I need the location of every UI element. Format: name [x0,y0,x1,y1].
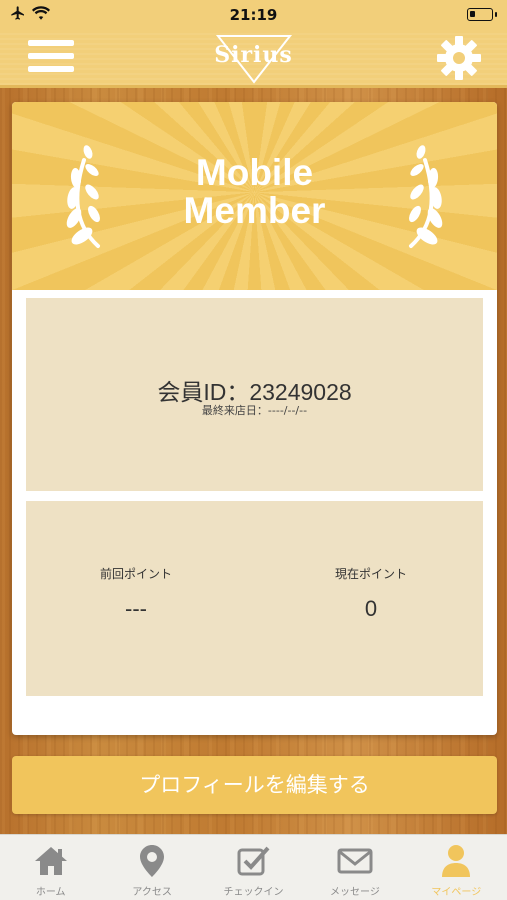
tab-home-label: ホーム [35,887,66,898]
last-visit-label: 最終来店日： [201,404,268,417]
tab-home[interactable]: ホーム [0,835,101,900]
app-header: Sirius [0,30,507,88]
member-id-panel: 会員ID：23249028 最終来店日：----/--/-- [26,298,483,491]
member-banner: Mobile Member [12,102,497,290]
points-panel: 前回ポイント --- 現在ポイント 0 [26,501,483,696]
tab-access[interactable]: アクセス [101,835,202,900]
previous-points: 前回ポイント --- [36,565,236,622]
laurel-right-icon [409,145,443,248]
logo-text: Sirius [214,42,293,68]
gear-icon [437,36,481,80]
tab-access-label: アクセス [132,887,172,898]
member-card: Mobile Member 会員ID：23249028 最終来店日：----/-… [12,102,497,735]
battery-icon [467,8,497,21]
tab-message-label: メッセージ [330,887,380,898]
map-pin-icon [140,845,165,877]
tab-checkin-label: チェックイン [223,887,284,898]
tab-mypage[interactable]: マイページ [406,835,507,900]
settings-gear-button[interactable] [435,34,483,82]
current-points-label: 現在ポイント [334,567,407,581]
status-bar: 21:19 [0,0,507,30]
checkbox-icon [237,846,270,876]
current-points-value: 0 [364,596,378,621]
last-visit-row: 最終来店日：----/--/-- [26,402,483,418]
home-icon [34,847,67,875]
previous-points-value: --- [125,596,147,621]
tab-mypage-label: マイページ [431,887,482,898]
last-visit-value: ----/--/-- [267,404,308,417]
edit-profile-button[interactable]: プロフィールを編集する [12,756,497,814]
current-points: 現在ポイント 0 [271,565,471,622]
app-logo: Sirius [0,34,507,84]
previous-points-label: 前回ポイント [99,567,172,581]
person-icon [442,845,471,877]
status-time: 21:19 [229,6,278,24]
envelope-icon [337,848,373,874]
tab-checkin[interactable]: チェックイン [203,835,304,900]
bottom-tab-bar: ホーム アクセス チェックイン メッセージ マイページ [0,834,507,900]
tab-message[interactable]: メッセージ [304,835,405,900]
